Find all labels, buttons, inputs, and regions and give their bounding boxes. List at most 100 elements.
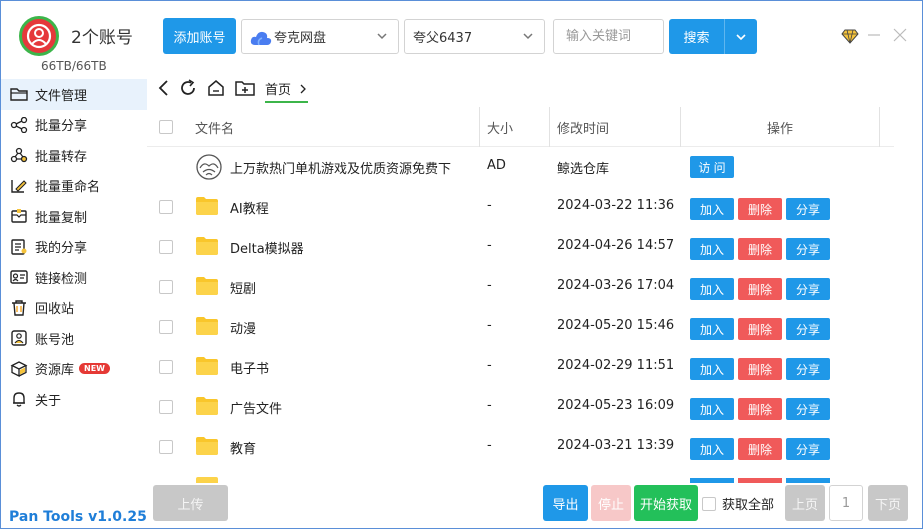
fetch-all-checkbox[interactable]: 获取全部 bbox=[702, 494, 774, 513]
row-checkbox[interactable] bbox=[159, 280, 173, 294]
search-button[interactable]: 搜索 bbox=[669, 19, 724, 54]
search-options-button[interactable] bbox=[724, 19, 757, 54]
checkbox-box[interactable] bbox=[702, 496, 716, 511]
copy-icon bbox=[9, 207, 29, 225]
sidebar-item-about[interactable]: 关于 bbox=[1, 384, 147, 415]
transfer-icon bbox=[9, 146, 29, 164]
new-folder-icon[interactable] bbox=[235, 79, 255, 97]
table-row[interactable]: 短剧 - 2024-03-26 17:04 加入 删除 分享 bbox=[147, 267, 894, 307]
row-checkbox[interactable] bbox=[159, 200, 173, 214]
file-time: 2024-04-26 14:57 bbox=[557, 238, 675, 253]
join-button[interactable]: 加入 bbox=[690, 438, 734, 460]
sidebar-item-label: 我的分享 bbox=[35, 241, 88, 257]
share-button[interactable]: 分享 bbox=[786, 358, 830, 380]
table-row[interactable]: 教育 - 2024-03-21 13:39 加入 删除 分享 bbox=[147, 427, 894, 467]
file-name[interactable]: 短剧 bbox=[230, 278, 256, 297]
sidebar-item-batch-copy[interactable]: 批量复制 bbox=[1, 201, 147, 232]
file-name[interactable]: AI教程 bbox=[230, 198, 269, 217]
delete-button[interactable]: 删除 bbox=[738, 278, 782, 300]
breadcrumb-home[interactable]: 首页 bbox=[265, 83, 291, 98]
column-header-size[interactable]: 大小 bbox=[487, 107, 513, 147]
row-checkbox[interactable] bbox=[159, 440, 173, 454]
sidebar-item-link-check[interactable]: 链接检测 bbox=[1, 262, 147, 293]
file-name[interactable]: 广告文件 bbox=[230, 398, 282, 417]
column-header-name[interactable]: 文件名 bbox=[195, 107, 234, 147]
file-name[interactable]: 电子书 bbox=[230, 358, 269, 377]
start-fetch-button[interactable]: 开始获取 bbox=[634, 485, 698, 521]
minimize-icon[interactable] bbox=[867, 28, 881, 42]
disk-select[interactable]: 夸克网盘 bbox=[241, 19, 399, 54]
sidebar-item-batch-share[interactable]: 批量分享 bbox=[1, 110, 147, 141]
table-row[interactable]: 电子书 - 2024-02-29 11:51 加入 删除 分享 bbox=[147, 347, 894, 387]
join-button[interactable]: 加入 bbox=[690, 318, 734, 340]
share-button[interactable]: 分享 bbox=[786, 318, 830, 340]
account-select-value: 夸父6437 bbox=[413, 31, 473, 46]
row-checkbox[interactable] bbox=[159, 240, 173, 254]
add-account-button[interactable]: 添加账号 bbox=[163, 18, 236, 54]
table-row[interactable]: 动漫 - 2024-05-20 15:46 加入 删除 分享 bbox=[147, 307, 894, 347]
file-name[interactable]: Delta模拟器 bbox=[230, 238, 304, 257]
page-number-input[interactable]: 1 bbox=[829, 485, 863, 521]
share-button[interactable]: 分享 bbox=[786, 438, 830, 460]
visit-button[interactable]: 访 问 bbox=[690, 156, 734, 178]
folder-icon bbox=[9, 85, 29, 103]
share-button[interactable]: 分享 bbox=[786, 198, 830, 220]
row-checkbox[interactable] bbox=[159, 400, 173, 414]
diamond-icon[interactable] bbox=[841, 28, 859, 44]
sidebar-item-resource-library[interactable]: 资源库 NEW bbox=[1, 354, 147, 385]
sidebar-item-batch-transfer[interactable]: 批量转存 bbox=[1, 140, 147, 171]
search-input[interactable] bbox=[553, 19, 664, 54]
link-check-icon bbox=[9, 268, 29, 286]
back-icon[interactable] bbox=[157, 79, 171, 97]
sidebar-item-label: 文件管理 bbox=[35, 88, 88, 104]
delete-button[interactable]: 删除 bbox=[738, 358, 782, 380]
sidebar-item-file-manage[interactable]: 文件管理 bbox=[1, 79, 147, 110]
chevron-down-icon bbox=[523, 33, 533, 40]
sidebar-item-label: 批量复制 bbox=[35, 210, 88, 226]
stop-button[interactable]: 停止 bbox=[591, 485, 631, 521]
file-time: 2024-03-22 11:36 bbox=[557, 198, 675, 213]
refresh-icon[interactable] bbox=[179, 79, 197, 97]
app-logo bbox=[19, 16, 59, 56]
column-divider bbox=[879, 107, 880, 147]
file-size: - bbox=[487, 278, 492, 293]
table-row[interactable]: Delta模拟器 - 2024-04-26 14:57 加入 删除 分享 bbox=[147, 227, 894, 267]
breadcrumb[interactable]: 首页 bbox=[265, 79, 309, 103]
sidebar-item-batch-rename[interactable]: 批量重命名 bbox=[1, 171, 147, 202]
join-button[interactable]: 加入 bbox=[690, 398, 734, 420]
account-select[interactable]: 夸父6437 bbox=[404, 19, 545, 54]
share-button[interactable]: 分享 bbox=[786, 238, 830, 260]
vertical-scrollbar[interactable] bbox=[895, 107, 909, 483]
upload-button[interactable]: 上传 bbox=[153, 485, 228, 521]
next-page-button[interactable]: 下页 bbox=[868, 485, 908, 521]
folder-icon bbox=[195, 276, 219, 300]
sidebar-item-recycle-bin[interactable]: 回收站 bbox=[1, 293, 147, 324]
prev-page-button[interactable]: 上页 bbox=[785, 485, 825, 521]
delete-button[interactable]: 删除 bbox=[738, 238, 782, 260]
join-button[interactable]: 加入 bbox=[690, 198, 734, 220]
join-button[interactable]: 加入 bbox=[690, 278, 734, 300]
home-icon[interactable] bbox=[207, 79, 225, 97]
file-name[interactable]: 上万款热门单机游戏及优质资源免费下 bbox=[230, 158, 451, 177]
join-button[interactable]: 加入 bbox=[690, 358, 734, 380]
file-name[interactable]: 教育 bbox=[230, 438, 256, 457]
sidebar-item-my-share[interactable]: 我的分享 bbox=[1, 232, 147, 263]
select-all-checkbox[interactable] bbox=[159, 120, 173, 134]
table-row[interactable]: 广告文件 - 2024-05-23 16:09 加入 删除 分享 bbox=[147, 387, 894, 427]
join-button[interactable]: 加入 bbox=[690, 238, 734, 260]
ad-logo-icon bbox=[195, 154, 223, 184]
delete-button[interactable]: 删除 bbox=[738, 398, 782, 420]
delete-button[interactable]: 删除 bbox=[738, 318, 782, 340]
table-row[interactable]: AI教程 - 2024-03-22 11:36 加入 删除 分享 bbox=[147, 187, 894, 227]
row-checkbox[interactable] bbox=[159, 320, 173, 334]
file-name[interactable]: 动漫 bbox=[230, 318, 256, 337]
row-checkbox[interactable] bbox=[159, 360, 173, 374]
export-button[interactable]: 导出 bbox=[543, 485, 588, 521]
share-button[interactable]: 分享 bbox=[786, 398, 830, 420]
sidebar-item-account-pool[interactable]: 账号池 bbox=[1, 323, 147, 354]
column-header-time[interactable]: 修改时间 bbox=[557, 107, 609, 147]
close-icon[interactable] bbox=[893, 28, 907, 42]
delete-button[interactable]: 删除 bbox=[738, 198, 782, 220]
delete-button[interactable]: 删除 bbox=[738, 438, 782, 460]
share-button[interactable]: 分享 bbox=[786, 278, 830, 300]
